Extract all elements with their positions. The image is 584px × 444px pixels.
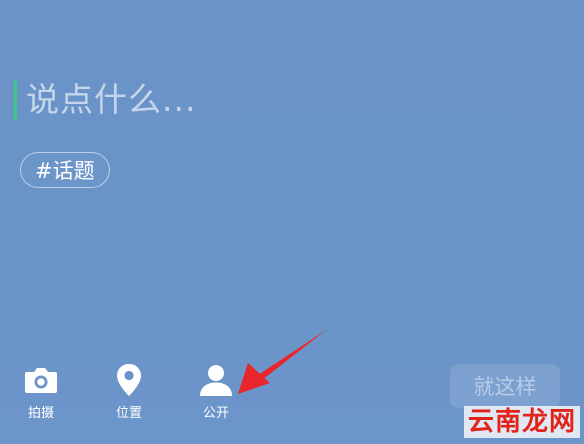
confirm-post-button[interactable]: 就这样: [450, 364, 560, 408]
compose-input[interactable]: 说点什么...: [14, 76, 554, 124]
location-pin-icon: [109, 362, 149, 398]
compose-placeholder: 说点什么...: [26, 80, 197, 119]
toolbar-item-location[interactable]: 位置: [94, 362, 164, 422]
watermark-text: 云南龙网: [463, 406, 580, 438]
text-caret: [14, 80, 17, 120]
camera-icon: [21, 362, 61, 398]
person-icon: [196, 362, 236, 398]
toolbar-item-visibility[interactable]: 公开: [181, 362, 251, 422]
toolbar-item-camera[interactable]: 拍摄: [6, 362, 76, 422]
toolbar-item-label: 位置: [115, 406, 142, 421]
toolbar-item-label: 拍摄: [27, 406, 54, 421]
topic-chip[interactable]: #话题: [20, 152, 110, 188]
toolbar-item-label: 公开: [202, 406, 229, 421]
watermark: 云南龙网: [463, 406, 580, 438]
